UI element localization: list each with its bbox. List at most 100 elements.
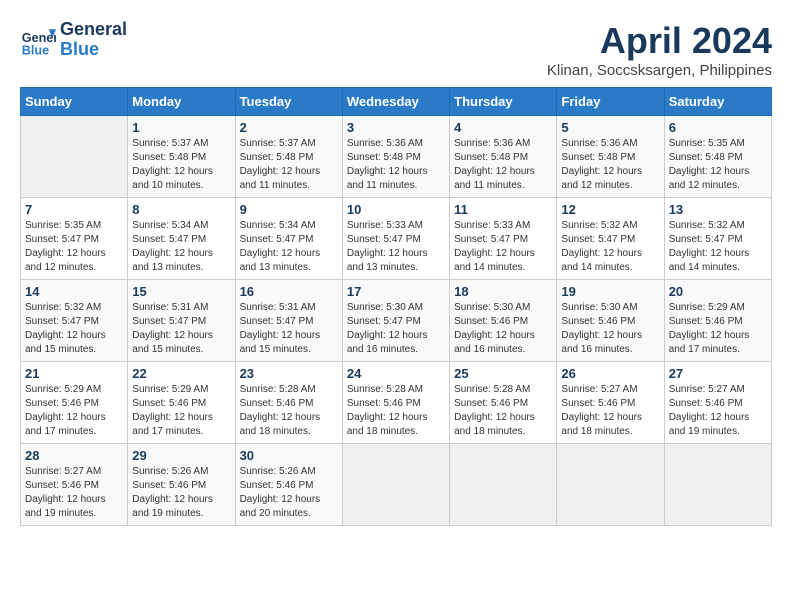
calendar-day-cell: 8Sunrise: 5:34 AM Sunset: 5:47 PM Daylig… xyxy=(128,198,235,280)
calendar-day-cell: 30 Sunrise: 5:26 AM Sunset: 5:46 PM Dayli… xyxy=(235,444,342,526)
calendar-day-cell xyxy=(21,116,128,198)
day-detail: Sunrise: 5:29 AM Sunset: 5:46 PM Dayligh… xyxy=(669,301,767,357)
calendar-day-cell: 25 Sunrise: 5:28 AM Sunset: 5:46 PM Dayli… xyxy=(450,362,557,444)
calendar-day-cell: 26Sunrise: 5:27 AM Sunset: 5:46 PM Dayli… xyxy=(557,362,664,444)
weekday-header-cell: Wednesday xyxy=(342,88,449,116)
day-number: 25 xyxy=(454,366,552,381)
calendar-day-cell: 11 Sunrise: 5:33 AM Sunset: 5:47 PM Dayli… xyxy=(450,198,557,280)
day-number: 6 xyxy=(669,120,767,135)
calendar-day-cell: 3 Sunrise: 5:36 AM Sunset: 5:48 PM Daylig… xyxy=(342,116,449,198)
weekday-header-cell: Friday xyxy=(557,88,664,116)
day-detail: Sunrise: 5:36 AM Sunset: 5:48 PM Dayligh… xyxy=(454,137,552,193)
calendar-day-cell: 10Sunrise: 5:33 AM Sunset: 5:47 PM Dayli… xyxy=(342,198,449,280)
day-number: 13 xyxy=(669,202,767,217)
calendar-day-cell: 9 Sunrise: 5:34 AM Sunset: 5:47 PM Daylig… xyxy=(235,198,342,280)
day-number: 18 xyxy=(454,284,552,299)
weekday-header-row: SundayMondayTuesdayWednesdayThursdayFrid… xyxy=(21,88,772,116)
calendar-table: SundayMondayTuesdayWednesdayThursdayFrid… xyxy=(20,87,772,526)
day-number: 4 xyxy=(454,120,552,135)
logo-text: GeneralBlue xyxy=(60,20,127,60)
calendar-day-cell: 12 Sunrise: 5:32 AM Sunset: 5:47 PM Dayli… xyxy=(557,198,664,280)
day-number: 5 xyxy=(561,120,659,135)
svg-text:Blue: Blue xyxy=(22,43,49,57)
day-detail: Sunrise: 5:32 AM Sunset: 5:47 PM Dayligh… xyxy=(25,301,123,357)
calendar-day-cell: 18Sunrise: 5:30 AM Sunset: 5:46 PM Dayli… xyxy=(450,280,557,362)
day-number: 22 xyxy=(132,366,230,381)
day-detail: Sunrise: 5:28 AM Sunset: 5:46 PM Dayligh… xyxy=(240,383,338,439)
day-detail: Sunrise: 5:36 AM Sunset: 5:48 PM Dayligh… xyxy=(561,137,659,193)
calendar-day-cell: 7 Sunrise: 5:35 AM Sunset: 5:47 PM Daylig… xyxy=(21,198,128,280)
calendar-day-cell: 1 Sunrise: 5:37 AM Sunset: 5:48 PM Daylig… xyxy=(128,116,235,198)
day-number: 23 xyxy=(240,366,338,381)
calendar-day-cell: 20Sunrise: 5:29 AM Sunset: 5:46 PM Dayli… xyxy=(664,280,771,362)
day-number: 21 xyxy=(25,366,123,381)
calendar-day-cell xyxy=(664,444,771,526)
calendar-week-row: 28Sunrise: 5:27 AM Sunset: 5:46 PM Dayli… xyxy=(21,444,772,526)
day-number: 2 xyxy=(240,120,338,135)
day-detail: Sunrise: 5:29 AM Sunset: 5:46 PM Dayligh… xyxy=(25,383,123,439)
calendar-day-cell: 22 Sunrise: 5:29 AM Sunset: 5:46 PM Dayli… xyxy=(128,362,235,444)
calendar-day-cell: 14 Sunrise: 5:32 AM Sunset: 5:47 PM Dayli… xyxy=(21,280,128,362)
calendar-day-cell: 6 Sunrise: 5:35 AM Sunset: 5:48 PM Daylig… xyxy=(664,116,771,198)
calendar-day-cell: 17 Sunrise: 5:30 AM Sunset: 5:47 PM Dayli… xyxy=(342,280,449,362)
day-number: 7 xyxy=(25,202,123,217)
day-number: 1 xyxy=(132,120,230,135)
calendar-day-cell: 2 Sunrise: 5:37 AM Sunset: 5:48 PM Daylig… xyxy=(235,116,342,198)
day-number: 24 xyxy=(347,366,445,381)
logo: General Blue GeneralBlue xyxy=(20,20,127,60)
calendar-day-cell: 5 Sunrise: 5:36 AM Sunset: 5:48 PM Daylig… xyxy=(557,116,664,198)
day-detail: Sunrise: 5:30 AM Sunset: 5:47 PM Dayligh… xyxy=(347,301,445,357)
day-detail: Sunrise: 5:37 AM Sunset: 5:48 PM Dayligh… xyxy=(240,137,338,193)
logo-icon: General Blue xyxy=(20,22,56,58)
day-number: 11 xyxy=(454,202,552,217)
calendar-day-cell: 23 Sunrise: 5:28 AM Sunset: 5:46 PM Dayli… xyxy=(235,362,342,444)
day-detail: Sunrise: 5:33 AM Sunset: 5:47 PM Dayligh… xyxy=(454,219,552,275)
calendar-day-cell: 13Sunrise: 5:32 AM Sunset: 5:47 PM Dayli… xyxy=(664,198,771,280)
day-number: 12 xyxy=(561,202,659,217)
day-detail: Sunrise: 5:35 AM Sunset: 5:48 PM Dayligh… xyxy=(669,137,767,193)
day-detail: Sunrise: 5:34 AM Sunset: 5:47 PM Dayligh… xyxy=(240,219,338,275)
day-detail: Sunrise: 5:29 AM Sunset: 5:46 PM Dayligh… xyxy=(132,383,230,439)
calendar-day-cell: 29 Sunrise: 5:26 AM Sunset: 5:46 PM Dayli… xyxy=(128,444,235,526)
day-detail: Sunrise: 5:27 AM Sunset: 5:46 PM Dayligh… xyxy=(669,383,767,439)
calendar-day-cell: 21 Sunrise: 5:29 AM Sunset: 5:46 PM Dayli… xyxy=(21,362,128,444)
day-detail: Sunrise: 5:34 AM Sunset: 5:47 PM Dayligh… xyxy=(132,219,230,275)
day-detail: Sunrise: 5:31 AM Sunset: 5:47 PM Dayligh… xyxy=(240,301,338,357)
calendar-body: 1 Sunrise: 5:37 AM Sunset: 5:48 PM Daylig… xyxy=(21,116,772,526)
day-number: 17 xyxy=(347,284,445,299)
day-number: 19 xyxy=(561,284,659,299)
day-detail: Sunrise: 5:28 AM Sunset: 5:46 PM Dayligh… xyxy=(454,383,552,439)
calendar-day-cell xyxy=(342,444,449,526)
calendar-week-row: 14 Sunrise: 5:32 AM Sunset: 5:47 PM Dayli… xyxy=(21,280,772,362)
calendar-day-cell: 19 Sunrise: 5:30 AM Sunset: 5:46 PM Dayli… xyxy=(557,280,664,362)
weekday-header-cell: Sunday xyxy=(21,88,128,116)
day-number: 16 xyxy=(240,284,338,299)
calendar-day-cell: 4 Sunrise: 5:36 AM Sunset: 5:48 PM Daylig… xyxy=(450,116,557,198)
calendar-week-row: 21 Sunrise: 5:29 AM Sunset: 5:46 PM Dayli… xyxy=(21,362,772,444)
day-number: 26 xyxy=(561,366,659,381)
day-detail: Sunrise: 5:32 AM Sunset: 5:47 PM Dayligh… xyxy=(561,219,659,275)
day-number: 9 xyxy=(240,202,338,217)
page-header: General Blue GeneralBlue April 2024 Klin… xyxy=(20,20,772,79)
day-number: 29 xyxy=(132,448,230,463)
weekday-header-cell: Monday xyxy=(128,88,235,116)
day-detail: Sunrise: 5:27 AM Sunset: 5:46 PM Dayligh… xyxy=(25,465,123,521)
calendar-day-cell xyxy=(450,444,557,526)
day-number: 3 xyxy=(347,120,445,135)
day-detail: Sunrise: 5:26 AM Sunset: 5:46 PM Dayligh… xyxy=(240,465,338,521)
calendar-day-cell: 16 Sunrise: 5:31 AM Sunset: 5:47 PM Dayli… xyxy=(235,280,342,362)
calendar-week-row: 1 Sunrise: 5:37 AM Sunset: 5:48 PM Daylig… xyxy=(21,116,772,198)
day-number: 15 xyxy=(132,284,230,299)
day-detail: Sunrise: 5:35 AM Sunset: 5:47 PM Dayligh… xyxy=(25,219,123,275)
day-number: 14 xyxy=(25,284,123,299)
day-detail: Sunrise: 5:36 AM Sunset: 5:48 PM Dayligh… xyxy=(347,137,445,193)
day-number: 30 xyxy=(240,448,338,463)
day-detail: Sunrise: 5:26 AM Sunset: 5:46 PM Dayligh… xyxy=(132,465,230,521)
calendar-week-row: 7 Sunrise: 5:35 AM Sunset: 5:47 PM Daylig… xyxy=(21,198,772,280)
month-year-title: April 2024 xyxy=(547,20,772,62)
weekday-header-cell: Tuesday xyxy=(235,88,342,116)
day-detail: Sunrise: 5:30 AM Sunset: 5:46 PM Dayligh… xyxy=(561,301,659,357)
calendar-day-cell xyxy=(557,444,664,526)
day-detail: Sunrise: 5:37 AM Sunset: 5:48 PM Dayligh… xyxy=(132,137,230,193)
calendar-day-cell: 28Sunrise: 5:27 AM Sunset: 5:46 PM Dayli… xyxy=(21,444,128,526)
